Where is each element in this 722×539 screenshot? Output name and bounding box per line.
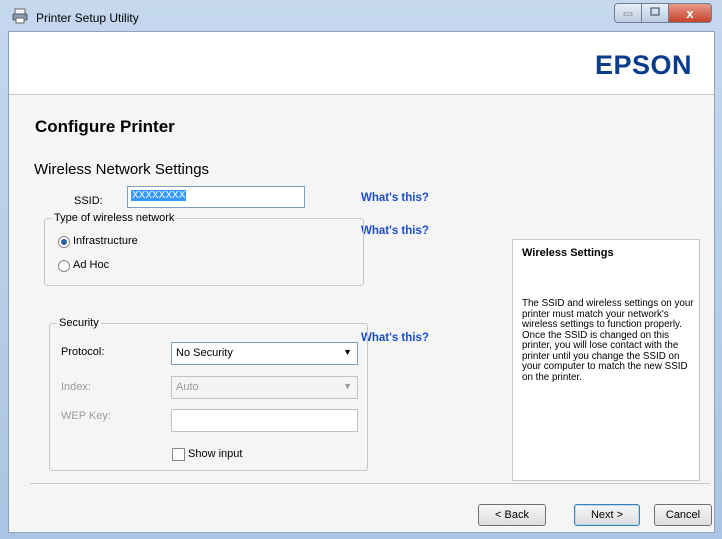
ssid-input[interactable]: XXXXXXXX xyxy=(127,186,305,208)
chevron-down-icon: ▼ xyxy=(343,347,352,357)
minimize-button[interactable] xyxy=(614,3,642,23)
next-button[interactable]: Next > xyxy=(574,504,640,526)
application-window: Printer Setup Utility x EPSON Configure … xyxy=(0,0,722,539)
protocol-select[interactable]: No Security ▼ xyxy=(171,342,358,365)
index-label: Index: xyxy=(61,381,91,393)
maximize-icon xyxy=(650,7,660,19)
network-type-legend: Type of wireless network xyxy=(52,212,177,224)
index-select[interactable]: Auto ▼ xyxy=(171,376,358,399)
security-legend: Security xyxy=(57,317,101,329)
index-value: Auto xyxy=(176,381,199,393)
minimize-icon xyxy=(623,7,633,19)
protocol-value: No Security xyxy=(176,347,233,359)
security-help-link[interactable]: What's this? xyxy=(361,332,429,344)
ssid-value: XXXXXXXX xyxy=(131,190,187,201)
brand-logo: EPSON xyxy=(594,50,692,80)
window-controls: x xyxy=(614,3,712,23)
close-icon: x xyxy=(686,5,694,21)
close-button[interactable]: x xyxy=(669,3,712,23)
infrastructure-radio[interactable] xyxy=(58,236,70,248)
protocol-label: Protocol: xyxy=(61,346,105,358)
show-input-checkbox[interactable] xyxy=(172,448,185,461)
cancel-button[interactable]: Cancel xyxy=(654,504,712,526)
ad-hoc-radio[interactable] xyxy=(58,260,70,272)
main-content: Configure Printer Wireless Network Setti… xyxy=(9,95,714,532)
wep-key-label: WEP Key: xyxy=(61,410,111,422)
network-type-group: Type of wireless network Infrastructure … xyxy=(44,212,364,286)
printer-icon xyxy=(12,8,28,24)
ssid-label: SSID: xyxy=(74,195,103,207)
infrastructure-label[interactable]: Infrastructure xyxy=(73,235,138,247)
title-bar[interactable]: Printer Setup Utility x xyxy=(0,0,722,34)
info-panel-text: The SSID and wireless settings on your p… xyxy=(522,298,694,383)
footer-divider xyxy=(30,483,710,484)
header-banner: EPSON xyxy=(9,32,714,94)
network-type-help-link[interactable]: What's this? xyxy=(361,225,429,237)
window-title: Printer Setup Utility xyxy=(36,11,139,25)
back-button[interactable]: < Back xyxy=(478,504,546,526)
section-title: Wireless Network Settings xyxy=(34,161,210,178)
ssid-help-link[interactable]: What's this? xyxy=(361,192,429,204)
wep-key-input[interactable] xyxy=(171,409,358,432)
maximize-button[interactable] xyxy=(642,3,669,23)
page-title: Configure Printer xyxy=(35,117,175,136)
chevron-down-icon: ▼ xyxy=(343,381,352,391)
info-panel: Wireless Settings The SSID and wireless … xyxy=(512,239,700,481)
show-input-label[interactable]: Show input xyxy=(188,448,242,460)
dialog-client-area: EPSON Configure Printer Wireless Network… xyxy=(8,31,715,533)
ad-hoc-label[interactable]: Ad Hoc xyxy=(73,259,109,271)
info-panel-title: Wireless Settings xyxy=(522,247,614,259)
security-group: Security Protocol: No Security ▼ Index: … xyxy=(49,317,368,471)
